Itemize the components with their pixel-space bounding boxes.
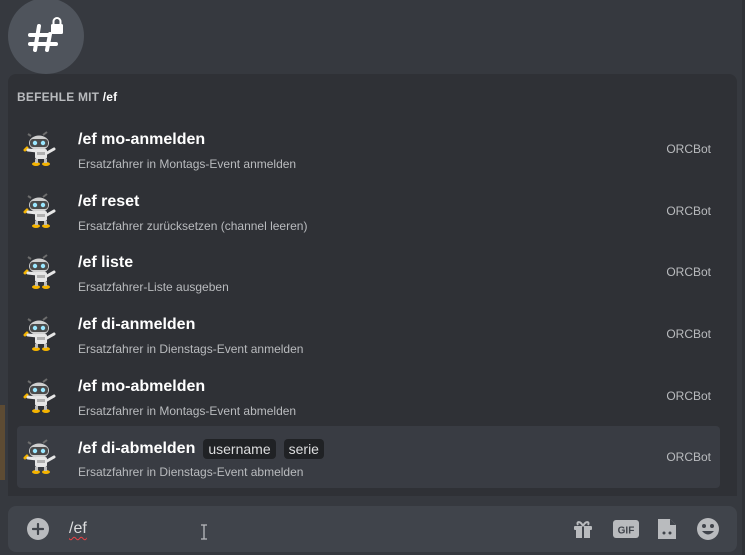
gif-label: GIF (618, 526, 635, 537)
command-name: /ef mo-abmelden (78, 378, 206, 395)
bot-avatar (23, 131, 59, 167)
command-item[interactable]: /ef di-abmelden username serie Ersatzfahrer… (17, 426, 720, 488)
command-description: Ersatzfahrer in Montags-Event anmelden (78, 157, 297, 171)
message-composer[interactable]: /ef GIF (8, 506, 737, 552)
command-bot-name: ORCBot (666, 265, 711, 279)
command-name-row: /ef reset (78, 193, 139, 211)
sticker-icon[interactable] (654, 516, 680, 542)
command-item[interactable]: /ef di-anmelden Ersatzfahrer in Dienstags… (17, 303, 720, 365)
bot-avatar (23, 193, 59, 229)
command-name: /ef liste (78, 254, 134, 271)
bot-avatar (23, 254, 59, 290)
command-name-row: /ef liste (78, 254, 133, 272)
command-name-row: /ef di-anmelden (78, 316, 195, 334)
command-autocomplete-popup: BEFEHLE MIT /ef /ef mo-anmelden Ersatzfah… (8, 74, 737, 496)
command-name: /ef di-abmelden (78, 440, 196, 457)
header-query: /ef (102, 90, 118, 104)
command-name-row: /ef di-abmelden username serie (78, 439, 324, 459)
plus-circle-icon[interactable] (27, 518, 49, 540)
command-item[interactable]: /ef liste Ersatzfahrer-Liste ausgeben ORCB… (17, 241, 720, 303)
command-bot-name: ORCBot (666, 327, 711, 341)
command-item[interactable]: /ef mo-abmelden Ersatzfahrer in Montags-E… (17, 365, 720, 427)
gif-icon[interactable]: GIF (613, 516, 639, 542)
gift-icon[interactable] (570, 516, 596, 542)
command-description: Ersatzfahrer zurücksetzen (channel leere… (78, 219, 308, 233)
command-description: Ersatzfahrer in Dienstags-Event abmelden (78, 465, 304, 479)
command-description: Ersatzfahrer-Liste ausgeben (78, 280, 229, 294)
command-item[interactable]: /ef mo-anmelden Ersatzfahrer in Montags-E… (17, 118, 720, 180)
command-name-row: /ef mo-abmelden (78, 378, 205, 396)
text-cursor-icon (201, 524, 207, 540)
hashtag-lock-icon (28, 17, 63, 52)
command-bot-name: ORCBot (666, 142, 711, 156)
bot-avatar (23, 316, 59, 352)
command-name: /ef reset (78, 193, 140, 210)
command-bot-name: ORCBot (666, 450, 711, 464)
command-name: /ef di-anmelden (78, 316, 196, 333)
command-description: Ersatzfahrer in Montags-Event abmelden (78, 404, 297, 418)
command-option-username[interactable]: username (203, 439, 276, 459)
command-item[interactable]: /ef reset Ersatzfahrer zurücksetzen (chan… (17, 180, 720, 242)
command-bot-name: ORCBot (666, 204, 711, 218)
command-name-row: /ef mo-anmelden (78, 131, 205, 149)
command-description: Ersatzfahrer in Dienstags-Event anmelden (78, 342, 304, 356)
command-name: /ef mo-anmelden (78, 131, 206, 148)
command-option-serie[interactable]: serie (283, 439, 324, 459)
message-accent (0, 405, 5, 480)
header-prefix: BEFEHLE MIT (17, 90, 100, 104)
autocomplete-header: BEFEHLE MIT /ef (17, 90, 117, 104)
command-bot-name: ORCBot (666, 389, 711, 403)
message-input[interactable]: /ef (69, 520, 87, 538)
bot-avatar (23, 439, 59, 475)
emoji-icon[interactable] (695, 516, 721, 542)
bot-avatar (23, 378, 59, 414)
channel-icon (8, 0, 84, 74)
